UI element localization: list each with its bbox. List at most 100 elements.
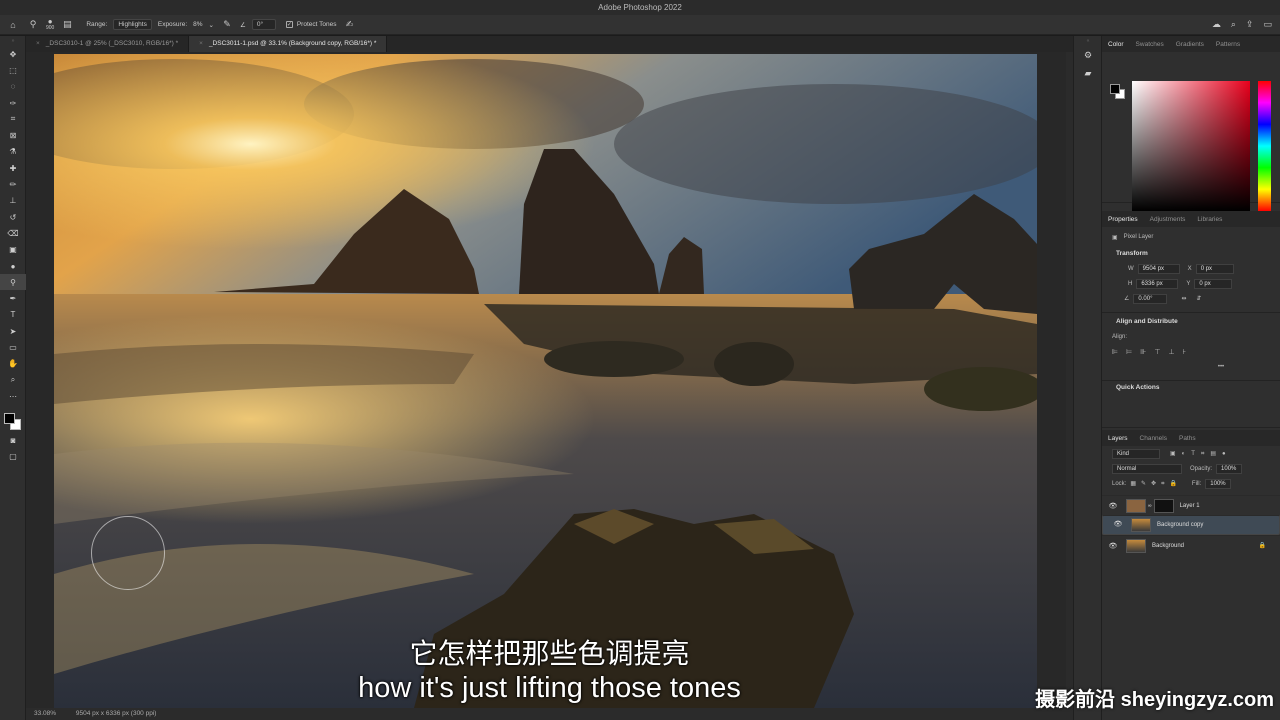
eraser-tool-icon[interactable]: ⌫	[0, 225, 26, 241]
vertical-scrollbar[interactable]	[1066, 52, 1073, 708]
foreground-color-swatch[interactable]	[4, 412, 15, 424]
comments-icon[interactable]: ▰	[1074, 64, 1102, 82]
frame-tool-icon[interactable]: ⊠	[0, 127, 26, 143]
pixel-layer-icon: ▣	[1112, 234, 1118, 241]
history-brush-tool-icon[interactable]: ↺	[0, 209, 26, 225]
color-field[interactable]	[1132, 81, 1250, 211]
opacity-input[interactable]: 100%	[1216, 463, 1243, 474]
tab-gradients[interactable]: Gradients	[1170, 41, 1210, 48]
align-hcenter-icon[interactable]: ⊨	[1126, 348, 1140, 356]
tab-patterns[interactable]: Patterns	[1210, 41, 1246, 48]
protect-tones-checkbox[interactable]: ✓	[285, 21, 293, 28]
type-tool-icon[interactable]: T	[0, 307, 26, 323]
zoom-tool-icon[interactable]: ⌕	[0, 372, 26, 388]
exposure-value[interactable]: 8%	[193, 21, 202, 28]
search-icon[interactable]: ⌕	[1231, 19, 1236, 30]
lock-icons[interactable]: ▦✎✥⌗🔒	[1130, 480, 1182, 488]
brush-settings-icon[interactable]: ▤	[60, 19, 74, 31]
tab-properties[interactable]: Properties	[1102, 216, 1144, 223]
pen-tool-icon[interactable]: ✒	[0, 290, 26, 306]
gradient-tool-icon[interactable]: ▣	[0, 242, 26, 258]
quick-mask-icon[interactable]: ◙	[0, 433, 26, 449]
pressure-size-icon[interactable]: ✍	[342, 19, 356, 31]
tab-libraries[interactable]: Libraries	[1191, 216, 1228, 223]
cloud-docs-icon[interactable]: ☁	[1212, 19, 1221, 30]
exposure-dropdown-icon[interactable]: ⌄	[209, 21, 214, 29]
move-tool-icon[interactable]: ✥	[0, 46, 26, 62]
foreground-color-swatch[interactable]	[1110, 84, 1120, 94]
dodge-tool-icon[interactable]: ⚲	[0, 274, 26, 291]
path-select-tool-icon[interactable]: ➤	[0, 323, 26, 339]
toolbar-grip[interactable]: »	[0, 36, 26, 46]
tab-color[interactable]: Color	[1102, 41, 1130, 48]
more-options-icon[interactable]: •••	[1102, 359, 1280, 374]
hand-tool-icon[interactable]: ✋	[0, 356, 26, 372]
transform-section[interactable]: Transform	[1102, 247, 1280, 261]
airbrush-icon[interactable]: ✎	[220, 19, 234, 31]
layer-row-layer-1[interactable]: 👁 ∞ Layer 1	[1102, 495, 1280, 515]
lasso-tool-icon[interactable]: ◌	[0, 79, 26, 95]
zoom-level[interactable]: 33.08%	[34, 710, 56, 717]
protect-tones-toggle[interactable]: ✓ Protect Tones	[285, 21, 336, 28]
crop-tool-icon[interactable]: ⌗	[0, 111, 26, 127]
screen-mode-icon[interactable]: ▢	[0, 449, 26, 465]
align-vcenter-icon[interactable]: ⊥	[1168, 348, 1182, 356]
color-swatches[interactable]	[0, 409, 25, 433]
close-icon[interactable]: ×	[36, 40, 40, 47]
align-left-icon[interactable]: ⊫	[1112, 348, 1126, 356]
height-input[interactable]: 6336 px	[1136, 278, 1179, 289]
hue-slider[interactable]	[1258, 81, 1271, 211]
align-bottom-icon[interactable]: ⊦	[1183, 348, 1195, 356]
align-right-icon[interactable]: ⊪	[1140, 348, 1154, 356]
doc-info[interactable]: 9504 px x 6336 px (300 ppi)	[76, 710, 157, 717]
eyedropper-tool-icon[interactable]: ⚗	[0, 144, 26, 160]
marquee-tool-icon[interactable]: ⬚	[0, 62, 26, 78]
angle-input[interactable]: 0.00°	[1133, 293, 1168, 304]
clone-stamp-tool-icon[interactable]: ⊥	[0, 193, 26, 209]
history-icon[interactable]: ⚙	[1074, 46, 1102, 64]
dodge-tool-preset-icon[interactable]: ⚲	[26, 19, 40, 31]
workspace-icon[interactable]: ▭	[1263, 19, 1272, 30]
align-section[interactable]: Align and Distribute	[1102, 315, 1280, 329]
tab-dsc3010[interactable]: × _DSC3010-1 @ 25% (_DSC3010, RGB/16*) *	[26, 36, 190, 52]
layer-mask-thumbnail[interactable]	[1153, 498, 1174, 513]
lock-icon[interactable]: 🔒	[1259, 542, 1266, 549]
width-input[interactable]: 9504 px	[1137, 263, 1180, 274]
brush-tool-icon[interactable]: ✏	[0, 176, 26, 192]
tab-swatches[interactable]: Swatches	[1130, 41, 1170, 48]
layer-row-background-copy[interactable]: 👁 Background copy	[1102, 515, 1280, 535]
filter-icons[interactable]: ▣◐T⌗▤●	[1170, 450, 1232, 458]
home-icon[interactable]: ⌂	[6, 19, 20, 31]
healing-tool-icon[interactable]: ✚	[0, 160, 26, 176]
quick-select-tool-icon[interactable]: ✑	[0, 95, 26, 111]
tab-paths[interactable]: Paths	[1173, 435, 1202, 442]
tab-adjustments[interactable]: Adjustments	[1144, 216, 1192, 223]
tab-label: _DSC3011-1.psd @ 33.1% (Background copy,…	[208, 40, 377, 47]
flip-horizontal-icon[interactable]: ⇹	[1181, 295, 1186, 302]
dock-grip[interactable]: «	[1074, 36, 1102, 46]
close-icon[interactable]: ×	[199, 40, 203, 47]
tab-layers[interactable]: Layers	[1102, 435, 1134, 442]
share-icon[interactable]: ⇪	[1246, 19, 1254, 30]
visibility-eye-icon[interactable]: 👁	[1111, 520, 1125, 530]
y-input[interactable]: 0 px	[1194, 278, 1233, 289]
align-top-icon[interactable]: ⊤	[1154, 348, 1168, 356]
tab-channels[interactable]: Channels	[1134, 435, 1173, 442]
more-tools-icon[interactable]: ⋯	[0, 388, 26, 404]
blend-mode-select[interactable]: Normal	[1112, 463, 1182, 474]
visibility-eye-icon[interactable]: 👁	[1106, 542, 1120, 550]
rectangle-tool-icon[interactable]: ▭	[0, 339, 26, 355]
fill-input[interactable]: 100%	[1205, 478, 1232, 489]
range-select[interactable]: Highlights	[113, 19, 152, 30]
quick-actions-section[interactable]: Quick Actions	[1102, 381, 1280, 395]
flip-vertical-icon[interactable]: ⇵	[1196, 295, 1201, 302]
blur-tool-icon[interactable]: ●	[0, 258, 26, 274]
x-input[interactable]: 0 px	[1195, 263, 1234, 274]
tab-dsc3011[interactable]: × _DSC3011-1.psd @ 33.1% (Background copy…	[189, 36, 388, 52]
angle-input[interactable]: 0°	[251, 19, 276, 30]
layer-row-background[interactable]: 👁 Background 🔒	[1102, 535, 1280, 555]
brush-preset-picker[interactable]: ● 900	[46, 17, 54, 31]
photo-canvas[interactable]	[54, 54, 1037, 708]
visibility-eye-icon[interactable]: 👁	[1106, 502, 1120, 510]
kind-filter-select[interactable]: Kind	[1112, 448, 1160, 459]
